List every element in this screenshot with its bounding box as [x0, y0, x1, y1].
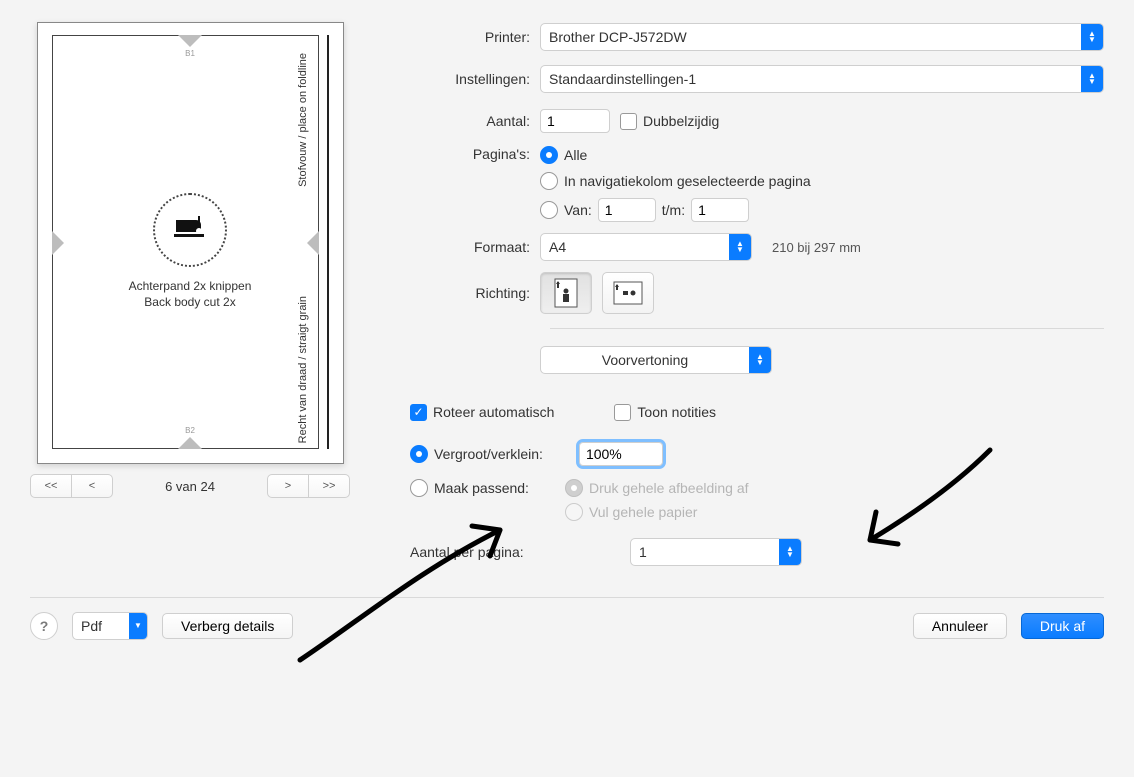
- printer-select[interactable]: Brother DCP-J572DW ▲▼: [540, 23, 1104, 51]
- show-notes-checkbox[interactable]: Toon notities: [614, 404, 716, 421]
- pager-last-button[interactable]: >>: [308, 475, 349, 497]
- print-button[interactable]: Druk af: [1021, 613, 1104, 639]
- presets-label: Instellingen:: [410, 71, 530, 87]
- help-button[interactable]: ?: [30, 612, 58, 640]
- orientation-landscape-button[interactable]: [602, 272, 654, 314]
- preview-tag-bottom: B2: [185, 426, 195, 435]
- pages-navcolumn-radio[interactable]: In navigatiekolom geselecteerde pagina: [540, 172, 811, 190]
- scale-radio[interactable]: Vergroot/verklein:: [410, 445, 543, 463]
- dialog-footer: ? Pdf ▼ Verberg details Annuleer Druk af: [30, 612, 1104, 640]
- pager-first-button[interactable]: <<: [31, 475, 71, 497]
- settings-column: Printer: Brother DCP-J572DW ▲▼ Instellin…: [410, 20, 1104, 569]
- preview-grain-label: Recht van draad / straigt grain: [297, 296, 309, 443]
- per-page-select[interactable]: 1 ▲▼: [630, 538, 802, 566]
- scale-input[interactable]: [579, 442, 663, 466]
- page-preview: B1 B2 Stofvouw / place on foldline Recht…: [37, 22, 344, 464]
- two-sided-checkbox[interactable]: Dubbelzijdig: [620, 113, 719, 130]
- hide-details-button[interactable]: Verberg details: [162, 613, 293, 639]
- chevron-updown-icon: ▲▼: [1081, 66, 1103, 92]
- paper-size-select[interactable]: A4 ▲▼: [540, 233, 752, 261]
- preview-pager: << < 6 van 24 > >>: [30, 474, 350, 498]
- preview-caption: Achterpand 2x knippen Back body cut 2x: [129, 278, 252, 310]
- pages-to-input[interactable]: [691, 198, 749, 222]
- chevron-updown-icon: ▲▼: [779, 539, 801, 565]
- fit-radio[interactable]: Maak passend:: [410, 479, 529, 497]
- format-label: Formaat:: [410, 239, 530, 255]
- fit-fill-paper-radio: Vul gehele papier: [565, 503, 749, 521]
- pages-label: Pagina's:: [410, 146, 530, 162]
- format-dimensions: 210 bij 297 mm: [772, 240, 861, 255]
- fit-entire-image-radio: Druk gehele afbeelding af: [565, 479, 749, 497]
- cancel-button[interactable]: Annuleer: [913, 613, 1007, 639]
- pages-from-input[interactable]: [598, 198, 656, 222]
- chevron-updown-icon: ▲▼: [749, 347, 771, 373]
- rotate-auto-checkbox[interactable]: Roteer automatisch: [410, 404, 554, 421]
- orientation-label: Richting:: [410, 285, 530, 301]
- pager-prev-button[interactable]: <: [71, 475, 112, 497]
- sewing-machine-icon: [172, 216, 208, 244]
- preview-column: B1 B2 Stofvouw / place on foldline Recht…: [30, 20, 350, 498]
- copies-label: Aantal:: [410, 113, 530, 129]
- pager-label: 6 van 24: [165, 479, 215, 494]
- pdf-menu[interactable]: Pdf ▼: [72, 612, 148, 640]
- copies-input[interactable]: [540, 109, 610, 133]
- portrait-icon: [554, 278, 578, 308]
- chevron-updown-icon: ▲▼: [729, 234, 751, 260]
- preview-fold-label: Stofvouw / place on foldline: [297, 53, 309, 187]
- print-dialog: B1 B2 Stofvouw / place on foldline Recht…: [30, 20, 1104, 569]
- per-page-label: Aantal per pagina:: [410, 544, 620, 560]
- chevron-updown-icon: ▲▼: [1081, 24, 1103, 50]
- printer-label: Printer:: [410, 29, 530, 45]
- preview-tag-top: B1: [185, 49, 195, 58]
- pages-range-radio[interactable]: Van: t/m:: [540, 198, 811, 222]
- chevron-down-icon: ▼: [129, 613, 147, 639]
- preview-logo: [153, 193, 227, 267]
- pager-next-button[interactable]: >: [268, 475, 308, 497]
- orientation-portrait-button[interactable]: [540, 272, 592, 314]
- landscape-icon: [613, 281, 643, 305]
- section-select[interactable]: Voorvertoning ▲▼: [540, 346, 772, 374]
- presets-select[interactable]: Standaardinstellingen-1 ▲▼: [540, 65, 1104, 93]
- pages-all-radio[interactable]: Alle: [540, 146, 811, 164]
